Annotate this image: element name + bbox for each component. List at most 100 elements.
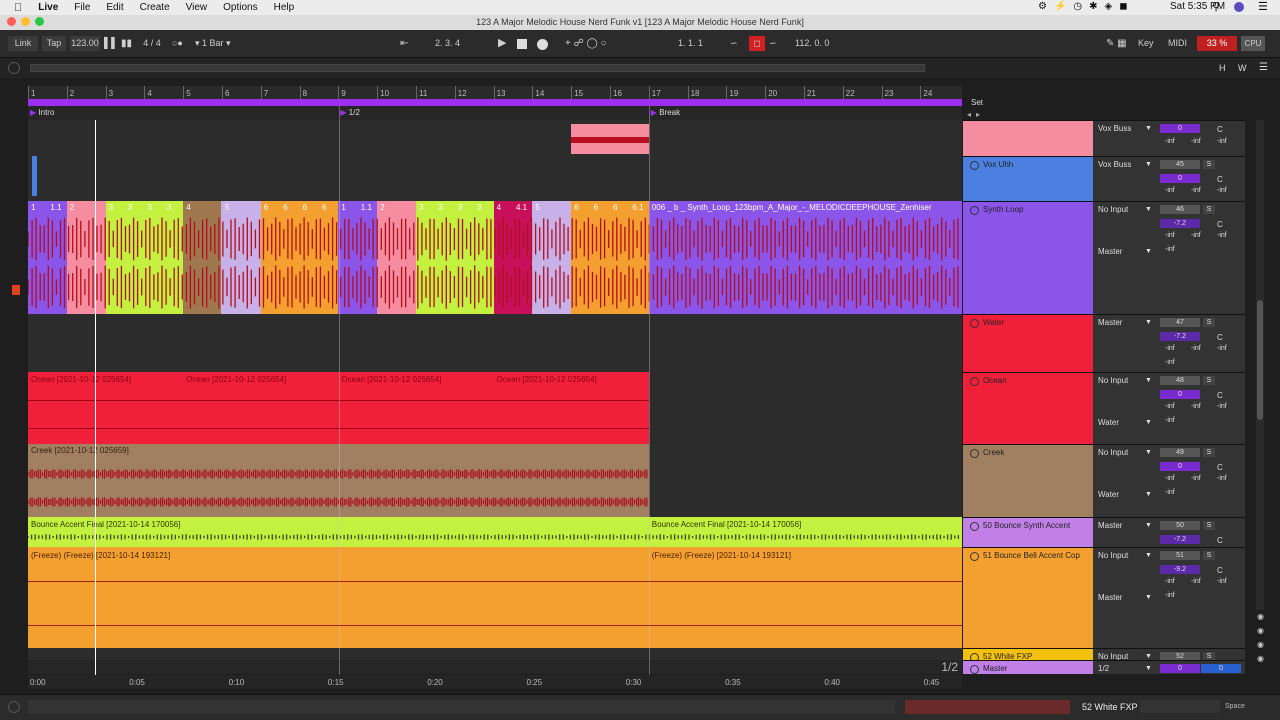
send-level[interactable]: -inf — [1217, 578, 1227, 585]
record-button[interactable] — [537, 39, 548, 50]
send-level[interactable]: -inf — [1165, 246, 1175, 253]
chevron-down-icon[interactable]: ▼ — [1145, 449, 1152, 456]
track-number-field[interactable]: 51 — [1160, 551, 1200, 560]
fold-icon[interactable] — [970, 522, 979, 531]
volume-field[interactable]: -7.2 — [1160, 535, 1200, 544]
volume-field[interactable]: 0 — [1160, 390, 1200, 399]
spotlight-icon[interactable]: ⚲ — [1212, 0, 1220, 13]
h-button[interactable]: H — [1219, 63, 1226, 73]
menu-view[interactable]: View — [186, 2, 208, 13]
link-button[interactable]: Link — [8, 36, 38, 51]
fold-icon[interactable] — [970, 665, 979, 674]
input-routing[interactable]: Vox Buss — [1098, 160, 1131, 169]
input-routing[interactable]: Vox Buss — [1098, 124, 1131, 133]
input-routing[interactable]: No Input — [1098, 376, 1128, 385]
input-routing[interactable]: No Input — [1098, 448, 1128, 457]
stop-button[interactable] — [517, 39, 527, 49]
output-routing[interactable]: Water — [1098, 418, 1119, 427]
chevron-down-icon[interactable]: ▼ — [1145, 206, 1152, 213]
track-number-field[interactable]: 50 — [1160, 521, 1200, 530]
track-lane-bounce-synth[interactable]: Bounce Accent Final [2021-10-14 170056] B… — [28, 517, 962, 547]
send-level[interactable]: -inf — [1191, 187, 1201, 194]
device-view-toggles[interactable] — [1140, 700, 1220, 713]
track-header[interactable]: Water — [963, 314, 1093, 372]
send-level[interactable]: -inf — [1165, 403, 1175, 410]
input-routing[interactable]: No Input — [1098, 551, 1128, 560]
track-lane-ocean[interactable]: Ocean [2021-10-12 025654] Ocean [2021-10-… — [28, 372, 962, 444]
track-header[interactable]: Master — [963, 660, 1093, 674]
track-lane-water[interactable] — [28, 314, 962, 372]
send-level[interactable]: -inf — [1191, 232, 1201, 239]
track-lane-master[interactable]: 1/2 — [28, 660, 962, 674]
chevron-down-icon[interactable]: ▼ — [1145, 491, 1152, 498]
maximize-window-icon[interactable] — [35, 17, 44, 26]
send-level[interactable]: -inf — [1191, 138, 1201, 145]
solo-button[interactable]: S — [1203, 652, 1215, 660]
locator-marker[interactable]: ▶ Intro — [30, 108, 54, 117]
draw-mode-icon[interactable]: ✎ ▦ — [1106, 36, 1127, 51]
chevron-down-icon[interactable]: ▼ — [1145, 377, 1152, 384]
status-icons[interactable]: ⚙⚡◷✱◈◼ — [1038, 1, 1135, 12]
send-level[interactable]: -inf — [1191, 403, 1201, 410]
solo-button[interactable]: S — [1203, 160, 1215, 169]
input-routing[interactable]: No Input — [1098, 652, 1128, 660]
metronome-icons[interactable]: ▌▌ ▮▮ — [104, 36, 132, 51]
send-level[interactable]: -inf — [1191, 578, 1201, 585]
app-menu[interactable]: Live — [38, 2, 58, 13]
key-map-button[interactable]: Key — [1138, 36, 1154, 51]
loop-toggle-button[interactable]: ◻ — [749, 36, 765, 51]
track-header[interactable] — [963, 120, 1093, 156]
send-level[interactable]: -inf — [1217, 475, 1227, 482]
chevron-down-icon[interactable]: ▼ — [1145, 552, 1152, 559]
chevron-down-icon[interactable]: ▼ — [1145, 161, 1152, 168]
track-lane-vox-buss[interactable] — [28, 120, 962, 156]
chevron-down-icon[interactable]: ▼ — [1145, 665, 1152, 672]
tap-tempo-button[interactable]: Tap — [42, 36, 66, 51]
send-level[interactable]: -inf — [1165, 592, 1175, 599]
track-number-field[interactable]: 45 — [1160, 160, 1200, 169]
locator-nav-icons[interactable]: ◂▸ — [967, 110, 985, 119]
input-routing[interactable]: Master — [1098, 521, 1122, 530]
quantize-dropdown[interactable]: ▾ 1 Bar ▾ — [195, 36, 231, 51]
solo-button[interactable]: S — [1203, 376, 1215, 385]
track-number-field[interactable]: 46 — [1160, 205, 1200, 214]
menu-edit[interactable]: Edit — [106, 2, 123, 13]
fold-icon[interactable] — [970, 449, 979, 458]
send-level[interactable]: -inf — [1165, 359, 1175, 366]
close-window-icon[interactable] — [7, 17, 16, 26]
locator-marker[interactable]: ▶ 1/2 — [340, 108, 360, 117]
send-level[interactable]: -inf — [1217, 345, 1227, 352]
time-ruler[interactable]: 0:00 0:05 0:10 0:15 0:20 0:25 0:30 0:35 0:40 0:45 — [28, 675, 962, 689]
overview-strip[interactable] — [30, 64, 925, 72]
loop-length-field[interactable]: 112. 0. 0 — [795, 36, 829, 51]
loop-start-field[interactable]: 1. 1. 1 — [678, 36, 703, 51]
chevron-down-icon[interactable]: ▼ — [1145, 522, 1152, 529]
send-level[interactable]: -inf — [1165, 417, 1175, 424]
volume-field[interactable]: -7.2 — [1160, 332, 1200, 341]
chevron-down-icon[interactable]: ▼ — [1145, 594, 1152, 601]
song-position-field[interactable]: 2. 3. 4 — [435, 36, 460, 51]
side-panel-icons[interactable]: ◉ ◉ ◉ ◉ — [1257, 610, 1264, 666]
track-header[interactable]: Vox Uhh — [963, 156, 1093, 201]
time-signature-field[interactable]: 4 / 4 — [138, 36, 166, 51]
fold-icon[interactable] — [970, 161, 979, 170]
pan-field[interactable]: C — [1217, 175, 1223, 184]
volume-field[interactable]: 0 — [1160, 462, 1200, 471]
send-level[interactable]: -inf — [1217, 403, 1227, 410]
send-level[interactable]: -inf — [1191, 475, 1201, 482]
pan-field[interactable]: C — [1217, 566, 1223, 575]
solo-button[interactable]: S — [1203, 448, 1215, 457]
pan-field[interactable]: C — [1217, 536, 1223, 545]
pan-field[interactable]: C — [1217, 220, 1223, 229]
track-header[interactable]: Creek — [963, 444, 1093, 517]
track-lane-synth-loop[interactable]: 1 1.1 2 3 3 3 3 4 5 6 6 6 6 1 1.1 2 3 3 3 3 4 4.1 5 6 6 6 6.1 006 _… — [28, 201, 962, 314]
vertical-scrollbar[interactable] — [1256, 120, 1264, 610]
solo-button[interactable]: S — [1203, 551, 1215, 560]
volume-field[interactable]: 0 — [1160, 664, 1200, 673]
chevron-down-icon[interactable]: ▼ — [1145, 419, 1152, 426]
chevron-down-icon[interactable]: ▼ — [1145, 653, 1152, 660]
menu-help[interactable]: Help — [274, 2, 295, 13]
fold-icon[interactable] — [970, 377, 979, 386]
arm-indicator[interactable] — [12, 285, 20, 295]
track-lane-vox-uhh[interactable] — [28, 156, 962, 201]
